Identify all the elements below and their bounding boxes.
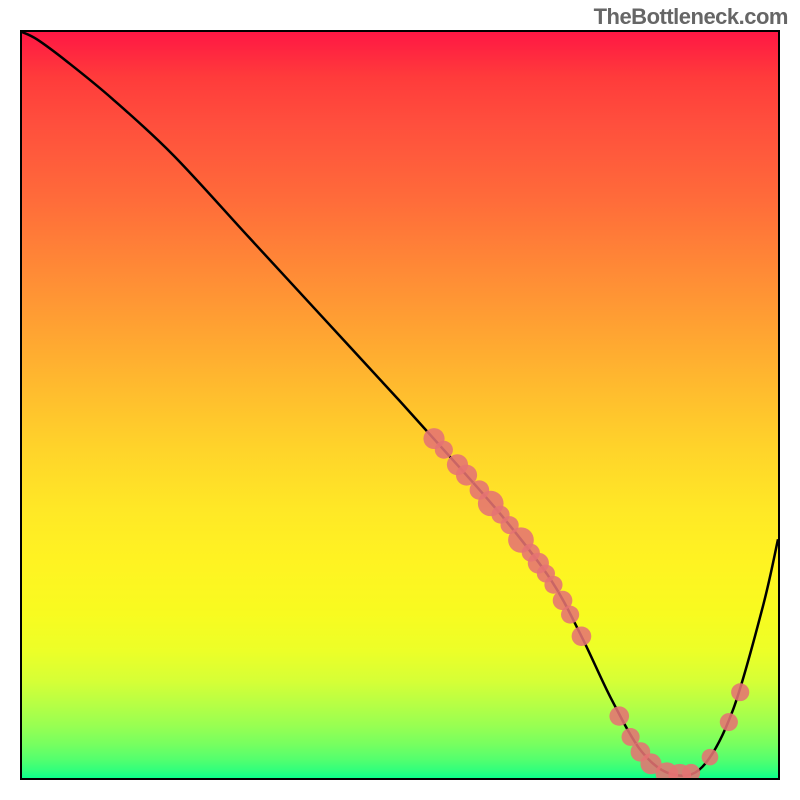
chart-svg: [22, 32, 778, 778]
curve-marker: [609, 706, 629, 725]
curve-marker: [561, 606, 579, 624]
chart-plot-area: [20, 30, 780, 780]
curve-marker: [731, 683, 749, 701]
curve-markers: [423, 428, 749, 778]
curve-marker: [435, 441, 453, 459]
curve-marker: [702, 749, 719, 765]
curve-marker: [572, 627, 592, 646]
curve-marker: [544, 576, 562, 594]
bottleneck-curve: [22, 32, 778, 776]
curve-marker: [720, 713, 738, 731]
watermark-text: TheBottleneck.com: [594, 4, 788, 30]
